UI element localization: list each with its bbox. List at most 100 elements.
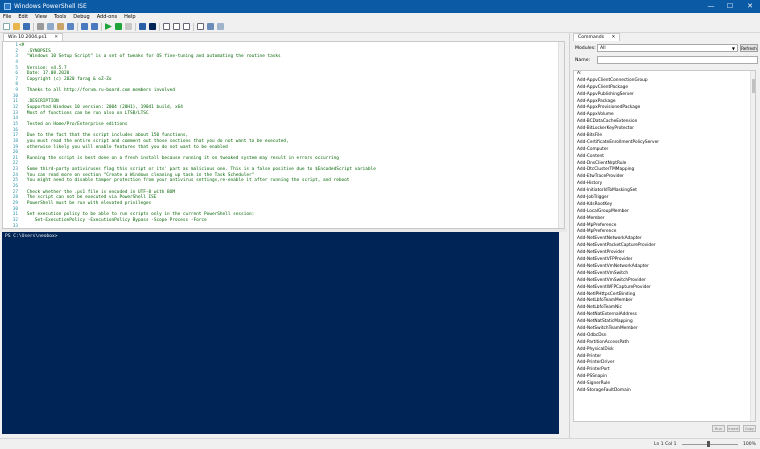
copy-command-button[interactable]: Copy <box>743 425 756 432</box>
command-list-item[interactable]: Add-OdbcDsn <box>574 333 755 340</box>
command-list-item[interactable]: Add-InitiatorIdToMaskingSet <box>574 188 755 195</box>
command-list-item[interactable]: Add-JobTrigger <box>574 195 755 202</box>
save-icon[interactable] <box>23 23 30 30</box>
command-list-item[interactable]: Add-NetEventWFPCaptureProvider <box>574 285 755 292</box>
tab-label: Win 10 2004.ps1 <box>8 35 47 40</box>
run-command-button[interactable]: Run <box>712 425 725 432</box>
run-selection-icon[interactable] <box>115 23 122 30</box>
toolbar-separator <box>101 22 102 31</box>
close-tab-icon[interactable]: ✕ <box>54 35 58 40</box>
layout-max-icon[interactable] <box>183 23 190 30</box>
window-title: Windows PowerShell ISE <box>14 3 87 10</box>
new-icon[interactable] <box>3 23 10 30</box>
toolbar-separator <box>77 22 78 31</box>
command-list-item[interactable]: Add-AppvClientConnectionGroup <box>574 78 755 85</box>
toolbar-separator <box>159 22 160 31</box>
command-list-item[interactable]: Add-NetEventVmSwitch <box>574 271 755 278</box>
command-list-item[interactable]: Add-Member <box>574 216 755 223</box>
redo-icon[interactable] <box>91 23 98 30</box>
command-list-item[interactable]: Add-BitLockerKeyProtector <box>574 126 755 133</box>
command-list-item[interactable]: Add-CertificateEnrollmentPolicyServer <box>574 140 755 147</box>
commands-icon[interactable] <box>207 23 214 30</box>
zoom-slider[interactable] <box>682 444 738 445</box>
layout-right-icon[interactable] <box>173 23 180 30</box>
menu-view[interactable]: View <box>35 14 47 20</box>
modules-select[interactable]: All ▼ <box>597 44 738 52</box>
paste-icon[interactable] <box>57 23 64 30</box>
stop-icon[interactable] <box>125 23 132 30</box>
powershell-icon[interactable] <box>149 23 156 30</box>
close-commands-icon[interactable]: ✕ <box>611 35 615 40</box>
menu-tools[interactable]: Tools <box>54 14 66 20</box>
undo-icon[interactable] <box>81 23 88 30</box>
name-label: Name: <box>575 58 591 63</box>
line-number-gutter: 1 2 3 4 5 6 7 8 9 10 11 12 13 14 15 16 17 18 19 20 21 22 23 24 2… <box>3 43 18 228</box>
commands-tab-label: Commands <box>578 35 605 40</box>
code-area[interactable]: <# .SYNOPSIS "Windows 10 Setup Script" i… <box>19 43 559 228</box>
toolbar-separator <box>33 22 34 31</box>
chevron-down-icon: ▼ <box>731 46 735 51</box>
commands-header: Commands ✕ <box>570 33 760 41</box>
console-prompt: PS C:\Users\neobox> <box>5 234 58 239</box>
command-list-item[interactable]: Add-PartitionAccessPath <box>574 340 755 347</box>
command-list-item[interactable]: Add-AppvPublishingServer <box>574 92 755 99</box>
tab-commands[interactable]: Commands ✕ <box>573 33 621 41</box>
status-bar: Ln 1 Col 1 100% <box>0 438 760 449</box>
insert-command-button[interactable]: Insert <box>727 425 740 432</box>
command-list-item[interactable]: Add-KdsRootKey <box>574 202 755 209</box>
scrollbar-thumb[interactable] <box>752 79 755 93</box>
commands-pane: Commands ✕ Modules: All ▼ Refresh Name: … <box>569 33 760 438</box>
console-pane[interactable]: PS C:\Users\neobox> <box>2 232 565 434</box>
command-list-item[interactable]: Add-BitsFile <box>574 133 755 140</box>
modules-label: Modules: <box>575 46 596 51</box>
toolbar-separator <box>193 22 194 31</box>
command-list-item[interactable]: Add-PhysicalDisk <box>574 347 755 354</box>
addon-icon[interactable] <box>217 23 224 30</box>
menu-help[interactable]: Help <box>124 14 135 20</box>
run-icon[interactable] <box>105 23 112 30</box>
command-list-item[interactable]: Add-NetNatStaticMapping <box>574 319 755 326</box>
command-list-item[interactable]: Add-LocalGroupMember <box>574 209 755 216</box>
command-list[interactable]: A: Add-AppvClientConnectionGroup Add-AppvC… <box>573 70 756 422</box>
command-list-item[interactable]: Add-NetEventVmSwitchProvider <box>574 278 755 285</box>
command-list-scrollbar[interactable] <box>750 71 755 421</box>
copy-icon[interactable] <box>47 23 54 30</box>
zoom-level: 100% <box>743 442 756 447</box>
powershell-app-icon <box>4 3 11 10</box>
layout-top-icon[interactable] <box>163 23 170 30</box>
minimize-button[interactable]: — <box>704 0 718 13</box>
cut-icon[interactable] <box>37 23 44 30</box>
script-pane-icon[interactable] <box>197 23 204 30</box>
refresh-button[interactable]: Refresh <box>740 44 758 52</box>
menu-add-ons[interactable]: Add-ons <box>97 14 117 20</box>
command-list-item[interactable]: Add-SignerRule <box>574 381 755 388</box>
command-list-item[interactable]: Add-AppvClientPackage <box>574 85 755 92</box>
command-list-item[interactable]: Add-NetEventProvider <box>574 250 755 257</box>
name-input[interactable] <box>597 56 758 64</box>
menu-debug[interactable]: Debug <box>73 14 89 20</box>
zoom-slider-thumb[interactable] <box>707 441 710 447</box>
command-list-item[interactable]: Add-Computer <box>574 147 755 154</box>
toolbar-separator <box>135 22 136 31</box>
editor-scrollbar[interactable] <box>558 42 564 228</box>
remote-icon[interactable] <box>139 23 146 30</box>
maximize-button[interactable]: ☐ <box>723 0 737 13</box>
command-list-item[interactable]: Add-NetSwitchTeamMember <box>574 326 755 333</box>
script-tab-strip: Win 10 2004.ps1 ✕ <box>0 33 567 41</box>
open-icon[interactable] <box>13 23 20 30</box>
script-editor[interactable]: 1 2 3 4 5 6 7 8 9 10 11 12 13 14 15 16 17 18 19 20 21 22 23 24 2… <box>2 41 565 229</box>
cursor-position: Ln 1 Col 1 <box>654 442 677 447</box>
modules-value: All <box>600 46 606 51</box>
command-list-item[interactable]: Add-NetEventVmNetworkAdapter <box>574 264 755 271</box>
tab-win10-script[interactable]: Win 10 2004.ps1 ✕ <box>3 33 64 41</box>
close-button[interactable]: ✕ <box>743 0 757 13</box>
command-list-item[interactable]: Add-StorageFaultDomain <box>574 388 755 395</box>
command-list-item[interactable]: Add-NetEventVFPProvider <box>574 257 755 264</box>
toolbar <box>0 21 760 33</box>
menu-bar: File Edit View Tools Debug Add-ons Help <box>0 13 760 21</box>
menu-file[interactable]: File <box>3 14 11 20</box>
command-list-item[interactable]: Add-Content <box>574 154 755 161</box>
console-scrollbar[interactable] <box>559 232 565 434</box>
menu-edit[interactable]: Edit <box>18 14 28 20</box>
clear-icon[interactable] <box>67 23 74 30</box>
